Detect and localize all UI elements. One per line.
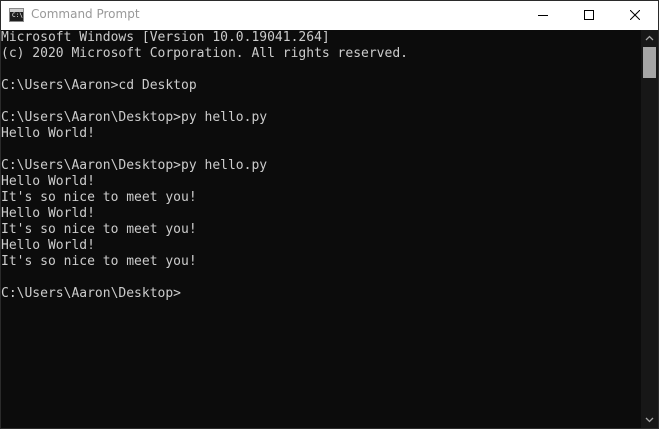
maximize-button[interactable]	[566, 1, 612, 30]
close-button[interactable]	[612, 1, 658, 30]
window-title: Command Prompt	[31, 7, 140, 21]
maximize-icon	[584, 10, 594, 20]
minimize-icon	[538, 15, 548, 16]
console-line: It's so nice to meet you!	[1, 222, 197, 237]
console-line: It's so nice to meet you!	[1, 190, 197, 205]
scroll-down-button[interactable]	[641, 411, 658, 428]
console-line: C:\Users\Aaron\Desktop>py hello.py	[1, 110, 268, 125]
chevron-up-icon	[645, 35, 654, 41]
scroll-thumb[interactable]	[643, 47, 656, 78]
minimize-button[interactable]	[520, 1, 566, 30]
console-line: Hello World!	[1, 174, 95, 189]
scroll-up-button[interactable]	[641, 30, 658, 47]
console-line: (c) 2020 Microsoft Corporation. All righ…	[1, 46, 408, 61]
vertical-scrollbar[interactable]	[641, 30, 658, 428]
console-line: C:\Users\Aaron>cd Desktop	[1, 78, 197, 93]
title-bar[interactable]: C:\ Command Prompt	[1, 1, 658, 30]
console-line: Hello World!	[1, 206, 95, 221]
console-line: Hello World!	[1, 238, 95, 253]
cmd-icon[interactable]: C:\	[9, 8, 24, 22]
close-icon	[630, 10, 640, 20]
command-prompt-window: C:\ Command Prompt Microsoft Windows [Ve…	[0, 0, 659, 429]
console-output[interactable]: Microsoft Windows [Version 10.0.19041.26…	[1, 30, 641, 428]
console-line: It's so nice to meet you!	[1, 254, 197, 269]
console-line: Hello World!	[1, 126, 95, 141]
console-line: Microsoft Windows [Version 10.0.19041.26…	[1, 30, 330, 45]
console-prompt-line[interactable]: C:\Users\Aaron\Desktop>	[1, 286, 181, 302]
chevron-down-icon	[645, 417, 654, 423]
console-line: C:\Users\Aaron\Desktop>py hello.py	[1, 158, 268, 173]
